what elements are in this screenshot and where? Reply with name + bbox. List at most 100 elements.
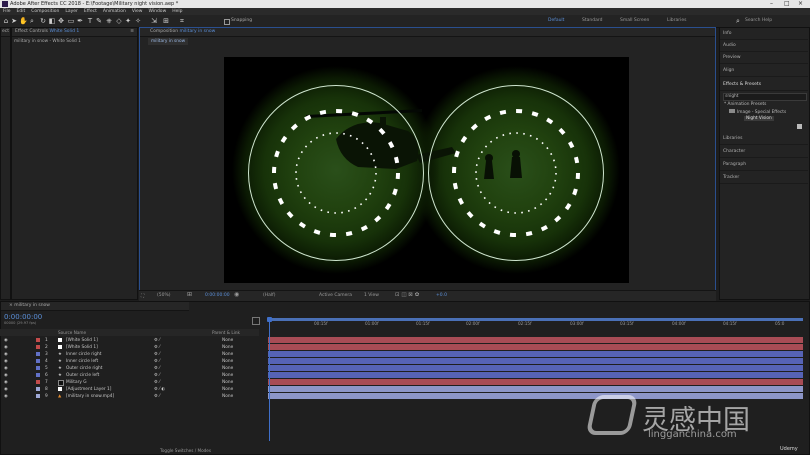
menu-help[interactable]: Help (172, 9, 182, 14)
composition-subtab[interactable]: military in snow (148, 38, 189, 45)
eye-icon[interactable]: ◉ (4, 351, 8, 358)
layer-name[interactable]: [Adjustment Layer 1] (66, 386, 111, 393)
zoom-tool-icon[interactable]: ⌕ (28, 17, 36, 25)
layer-bar[interactable] (268, 351, 803, 357)
tree-animation-presets[interactable]: * Animation Presets (724, 102, 766, 107)
menu-layer[interactable]: Layer (65, 9, 78, 14)
extra-tool-icon[interactable]: ⌗ (178, 17, 186, 25)
label-color-swatch[interactable] (36, 338, 40, 342)
layer-bar[interactable] (268, 344, 803, 350)
switch-icons[interactable]: ⚙ ⁄ (154, 393, 160, 400)
snapshot-icon[interactable]: ◉ (234, 291, 239, 298)
composition-viewer[interactable] (224, 57, 629, 283)
label-color-swatch[interactable] (36, 366, 40, 370)
layer-bar[interactable] (268, 379, 803, 385)
parent-dropdown[interactable]: None (222, 393, 233, 400)
layer-row[interactable]: ◉ 1 [White Solid 1] ⚙ ⁄ None (0, 337, 259, 344)
menu-animation[interactable]: Animation (103, 9, 126, 14)
search-help-input[interactable]: Search Help (745, 18, 772, 23)
menu-file[interactable]: File (3, 9, 11, 14)
layer-name[interactable]: Outer circle right (66, 365, 102, 372)
effects-presets-tab[interactable]: Effects & Presets (720, 79, 808, 91)
snapping-checkbox[interactable] (224, 19, 230, 25)
paragraph-panel-tab[interactable]: Paragraph (720, 159, 808, 171)
layer-bar[interactable] (268, 386, 803, 392)
menu-composition[interactable]: Composition (31, 9, 59, 14)
parent-dropdown[interactable]: None (222, 351, 233, 358)
parent-link-header[interactable]: Parent & Link (212, 329, 240, 336)
source-name-header[interactable]: Source Name (58, 329, 86, 336)
eraser-tool-icon[interactable]: ◇ (115, 17, 123, 25)
always-preview-icon[interactable]: ⛶ (141, 293, 144, 299)
timecode-display[interactable]: 0:00:00:00 (205, 293, 230, 298)
workspace-default[interactable]: Default (548, 18, 564, 23)
parent-dropdown[interactable]: None (222, 365, 233, 372)
render-icons[interactable]: ⊡ ◫ ⊠ ✿ (395, 292, 419, 298)
switch-icons[interactable]: ⚙ ⁄ (154, 351, 160, 358)
label-color-swatch[interactable] (36, 352, 40, 356)
layer-name[interactable]: Military G (66, 379, 87, 386)
parent-dropdown[interactable]: None (222, 337, 233, 344)
layer-bar[interactable] (268, 358, 803, 364)
type-tool-icon[interactable]: T (86, 17, 94, 25)
switch-icons[interactable]: ⚙ ⁄ (154, 358, 160, 365)
maximize-button[interactable]: □ (784, 0, 790, 8)
menu-effect[interactable]: Effect (84, 9, 97, 14)
label-color-swatch[interactable] (36, 387, 40, 391)
label-color-swatch[interactable] (36, 345, 40, 349)
camera-tool-icon[interactable]: ◧ (48, 17, 56, 25)
layer-row[interactable]: ◉ 5 ★ Outer circle right ⚙ ⁄ None (0, 365, 259, 372)
views-dropdown[interactable]: 1 View (364, 293, 379, 298)
pen-tool-icon[interactable]: ✒ (76, 17, 84, 25)
layer-name[interactable]: [White Solid 1] (66, 337, 98, 344)
layer-name[interactable]: Inner circle left (66, 358, 98, 365)
layer-row[interactable]: ◉ 4 ★ Inner circle left ⚙ ⁄ None (0, 358, 259, 365)
align-tool-icon[interactable]: ⇲ (150, 17, 158, 25)
eye-icon[interactable]: ◉ (4, 393, 8, 400)
menu-window[interactable]: Window (149, 9, 167, 14)
grid-tool-icon[interactable]: ⊞ (162, 17, 170, 25)
parent-dropdown[interactable]: None (222, 358, 233, 365)
tracker-panel-tab[interactable]: Tracker (720, 172, 808, 184)
graph-editor-icon[interactable] (252, 317, 260, 325)
puppet-tool-icon[interactable]: ✧ (134, 17, 142, 25)
layer-row[interactable]: ◉ 9 ▲ [military in snow.mp4] ⚙ ⁄ None (0, 393, 259, 400)
project-tab[interactable]: ect (1, 28, 10, 37)
switch-icons[interactable]: ⚙ ⁄ (154, 379, 160, 386)
preset-night-vision[interactable]: Night Vision (744, 116, 774, 121)
label-color-swatch[interactable] (36, 359, 40, 363)
audio-panel-tab[interactable]: Audio (720, 40, 808, 52)
switch-icons[interactable]: ⚙ ⁄ (154, 365, 160, 372)
parent-dropdown[interactable]: None (222, 386, 233, 393)
layer-row[interactable]: ◉ 6 ★ Outer circle left ⚙ ⁄ None (0, 372, 259, 379)
menu-view[interactable]: View (132, 9, 143, 14)
switch-icons[interactable]: ⚙ ⁄ ◐ (154, 386, 165, 393)
toggle-switches-modes[interactable]: Toggle Switches / Modes (160, 448, 211, 453)
rectangle-tool-icon[interactable]: ▭ (67, 17, 75, 25)
grid-guides-icon[interactable]: ⊞ (187, 291, 192, 298)
panel-menu-icon[interactable]: ≡ (130, 28, 134, 36)
zoom-dropdown[interactable]: (50%) (157, 293, 171, 298)
eye-icon[interactable]: ◉ (4, 365, 8, 372)
switch-icons[interactable]: ⚙ ⁄ (154, 372, 160, 379)
search-icon[interactable]: ⌕ (734, 17, 742, 25)
eye-icon[interactable]: ◉ (4, 344, 8, 351)
layer-bar[interactable] (268, 372, 803, 378)
eye-icon[interactable]: ◉ (4, 379, 8, 386)
new-preset-icon[interactable] (797, 124, 802, 129)
preview-panel-tab[interactable]: Preview (720, 52, 808, 64)
pan-behind-tool-icon[interactable]: ✥ (57, 17, 65, 25)
minimize-button[interactable]: – (770, 0, 773, 8)
camera-dropdown[interactable]: Active Camera (319, 293, 352, 298)
info-panel-tab[interactable]: Info (720, 28, 808, 40)
eye-icon[interactable]: ◉ (4, 372, 8, 379)
layer-name[interactable]: [military in snow.mp4] (66, 393, 114, 400)
label-color-swatch[interactable] (36, 373, 40, 377)
label-color-swatch[interactable] (36, 394, 40, 398)
parent-dropdown[interactable]: None (222, 372, 233, 379)
workspace-libraries[interactable]: Libraries (667, 18, 686, 23)
exposure-value[interactable]: +0.0 (436, 293, 447, 298)
menu-edit[interactable]: Edit (17, 9, 26, 14)
workspace-standard[interactable]: Standard (582, 18, 602, 23)
close-button[interactable]: × (798, 0, 803, 8)
